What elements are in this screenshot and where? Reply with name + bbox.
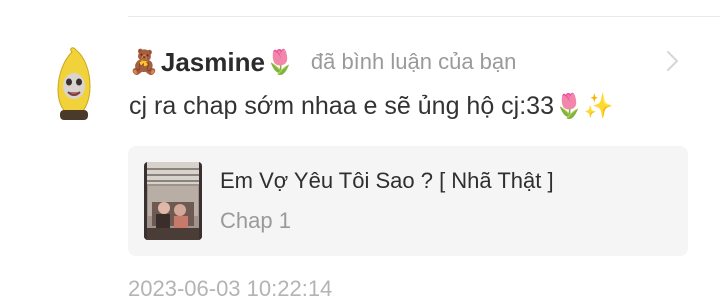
tulip-icon: 🌷 bbox=[553, 92, 584, 120]
top-divider bbox=[128, 16, 720, 17]
linked-chapter-card[interactable]: Em Vợ Yêu Tôi Sao ? [ Nhã Thật ] Chap 1 bbox=[128, 146, 688, 256]
comment-body: cj ra chap sớm nhaa e sẽ ủng hộ cj:33 bbox=[129, 92, 554, 120]
chapter-number: Chap 1 bbox=[220, 208, 291, 233]
user-avatar[interactable] bbox=[50, 46, 98, 122]
manga-cover-thumbnail bbox=[144, 162, 202, 240]
comment-header: 🧸 Jasmine 🌷 đã bình luận của bạn bbox=[129, 42, 516, 82]
comment-timestamp: 2023-06-03 10:22:14 bbox=[128, 276, 333, 301]
tulip-icon: 🌷 bbox=[264, 48, 295, 76]
comment-text: cj ra chap sớm nhaa e sẽ ủng hộ cj:33🌷✨ bbox=[129, 92, 614, 121]
username[interactable]: Jasmine bbox=[161, 47, 265, 78]
action-text: đã bình luận của bạn bbox=[310, 49, 517, 74]
sparkles-icon: ✨ bbox=[583, 92, 614, 120]
chevron-right-icon[interactable] bbox=[662, 48, 682, 74]
chapter-title[interactable]: Em Vợ Yêu Tôi Sao ? [ Nhã Thật ] bbox=[220, 168, 554, 194]
teddy-bear-icon: 🧸 bbox=[129, 48, 159, 76]
